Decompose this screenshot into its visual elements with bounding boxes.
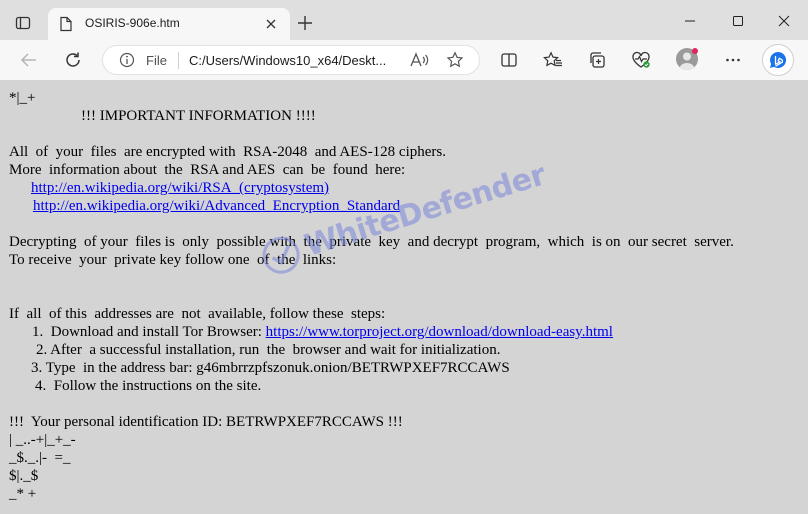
note-line: If all of this addresses are not availab… bbox=[9, 306, 386, 322]
info-icon[interactable] bbox=[119, 52, 135, 68]
ascii-art-line: _$._.|- =_ bbox=[9, 450, 71, 466]
active-tab[interactable]: OSIRIS-906e.htm bbox=[48, 8, 290, 40]
close-icon bbox=[778, 15, 790, 27]
more-icon bbox=[726, 58, 740, 62]
rsa-wiki-link[interactable]: http://en.wikipedia.org/wiki/RSA_(crypto… bbox=[31, 180, 329, 196]
tor-download-link[interactable]: https://www.torproject.org/download/down… bbox=[266, 324, 613, 340]
browser-essentials-icon bbox=[632, 51, 650, 68]
refresh-icon bbox=[66, 52, 80, 67]
minimize-icon bbox=[685, 20, 695, 22]
split-screen-button[interactable] bbox=[498, 49, 520, 71]
step-1: 1. Download and install Tor Browser: htt… bbox=[32, 323, 613, 341]
personal-id-line: !!! Your personal identification ID: BET… bbox=[9, 414, 403, 430]
collections-button[interactable] bbox=[586, 49, 608, 71]
address-scheme: File bbox=[146, 53, 167, 68]
close-icon bbox=[266, 19, 276, 29]
page-content: *|_+ !!! IMPORTANT INFORMATION !!!! All … bbox=[0, 81, 808, 514]
page-icon bbox=[60, 16, 72, 32]
minimize-button[interactable] bbox=[680, 12, 700, 30]
step-3: 3. Type in the address bar: g46mbrrzpfsz… bbox=[31, 360, 510, 376]
collections-icon bbox=[590, 52, 605, 68]
address-url[interactable]: C:/Users/Windows10_x64/Deskt... bbox=[189, 53, 399, 68]
ascii-art-line: $|._$ bbox=[9, 468, 39, 484]
window-close-button[interactable] bbox=[774, 12, 794, 30]
refresh-button[interactable] bbox=[62, 49, 84, 71]
back-button[interactable] bbox=[18, 49, 40, 71]
step-4: 4. Follow the instructions on the site. bbox=[35, 378, 262, 394]
address-separator bbox=[178, 52, 179, 69]
bing-chat-button[interactable] bbox=[762, 44, 794, 76]
more-button[interactable] bbox=[722, 49, 744, 71]
favorites-button[interactable] bbox=[542, 49, 564, 71]
checkmark-circle-icon bbox=[262, 236, 300, 274]
tab-actions-icon bbox=[15, 16, 31, 30]
ascii-art-line: | _..-+|_+_- bbox=[9, 432, 76, 448]
plus-icon bbox=[298, 16, 312, 30]
address-bar[interactable]: File C:/Users/Windows10_x64/Deskt... bbox=[102, 45, 480, 75]
maximize-icon bbox=[733, 16, 743, 26]
read-aloud-icon[interactable] bbox=[409, 51, 429, 69]
note-heading: !!! IMPORTANT INFORMATION !!!! bbox=[81, 108, 316, 124]
favorites-icon bbox=[543, 51, 562, 67]
star-icon[interactable] bbox=[446, 51, 464, 69]
title-bar: OSIRIS-906e.htm bbox=[0, 0, 808, 40]
tab-title: OSIRIS-906e.htm bbox=[85, 16, 180, 30]
note-line: All of your files are encrypted with RSA… bbox=[9, 144, 446, 160]
close-tab-button[interactable] bbox=[264, 17, 278, 31]
ascii-art-line: _* + bbox=[9, 486, 37, 502]
maximize-button[interactable] bbox=[728, 12, 748, 30]
bing-icon bbox=[770, 51, 787, 68]
browser-essentials-button[interactable] bbox=[630, 49, 652, 71]
new-tab-button[interactable] bbox=[296, 14, 314, 32]
ascii-art-line: *|_+ bbox=[9, 90, 36, 106]
profile-status-dot bbox=[692, 48, 698, 54]
step-2: 2. After a successful installation, run … bbox=[36, 342, 501, 358]
browser-toolbar: File C:/Users/Windows10_x64/Deskt... bbox=[0, 40, 808, 81]
tab-actions-button[interactable] bbox=[12, 12, 34, 34]
note-line: More information about the RSA and AES c… bbox=[9, 162, 406, 178]
back-arrow-icon bbox=[20, 53, 36, 67]
split-screen-icon bbox=[501, 53, 517, 67]
step-1-text: 1. Download and install Tor Browser: bbox=[32, 324, 266, 340]
